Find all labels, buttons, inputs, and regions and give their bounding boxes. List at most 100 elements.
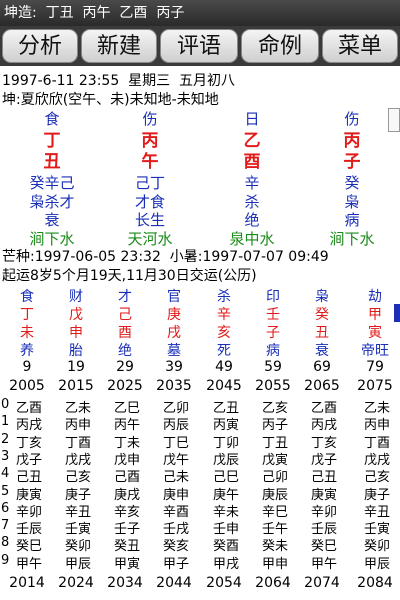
liunian-cell: 丁亥 [15,435,42,451]
liunian-cell: 庚子 [64,487,91,503]
dayun-shishen: 杀 [217,289,231,305]
dayun-state: 衰 [315,343,329,359]
liunian-cell: 甲午 [15,556,42,572]
liunian-cell: 己卯 [261,470,288,486]
dayun-age: 29 [116,359,134,375]
dayun-year: 2025 [107,378,143,394]
tab-bar: 分析 新建 评语 命例 菜单 [0,26,400,66]
dayun-age: 79 [366,359,384,375]
liunian-cell: 己巳 [212,470,239,486]
dayun-stem: 戊 [69,307,83,323]
dayun-end-year: 2014 [9,575,45,591]
liunian-cell: 辛丑 [363,504,390,520]
liunian-cell: 丁丑 [261,435,288,451]
liunian-cell: 甲辰 [64,556,91,572]
liunian-cell: 辛卯 [15,504,42,520]
liunian-cell: 丙寅 [212,418,239,434]
dayun-shishen: 枭 [315,289,329,305]
liunian-cell: 辛酉 [162,504,189,520]
dayun-state: 墓 [167,343,181,359]
liunian-cell: 戊子 [15,452,42,468]
liunian-cell: 乙酉 [15,401,42,416]
dayun-stem: 庚 [167,307,181,323]
liunian-cell: 己酉 [113,470,140,486]
pillar-hidden-stems: 癸 [344,174,360,192]
dayun-year: 2035 [156,378,192,394]
dayun-state: 死 [217,343,231,359]
liunian-cell: 戊寅 [261,452,288,468]
liunian-cell: 戊戌 [363,452,390,468]
liunian-cell: 庚申 [162,487,189,503]
dayun-end-year: 2074 [304,575,340,591]
liunian-cell: 庚戌 [113,487,140,503]
tab-cases[interactable]: 命例 [241,29,319,63]
tab-analysis[interactable]: 分析 [2,29,78,63]
liunian-cell: 乙亥 [261,401,288,416]
liunian-cell: 癸卯 [64,539,91,555]
liunian-cell: 庚寅 [310,487,337,503]
liunian-cell: 甲子 [162,556,189,572]
liunian-cell: 丙辰 [162,418,189,434]
dayun-state: 绝 [118,343,132,359]
dayun-end-year: 2054 [206,575,242,591]
liunian-cell: 辛亥 [113,504,140,520]
tab-comments[interactable]: 评语 [160,29,238,63]
dayun-branch: 未 [20,325,34,341]
liunian-cell: 癸巳 [15,539,42,555]
liunian-cell: 庚子 [363,487,390,503]
liunian-cell: 庚寅 [15,487,42,503]
liunian-cell: 癸酉 [212,539,239,555]
pillar-branch: 子 [343,152,361,172]
liunian-cell: 丙子 [261,418,288,434]
tab-menu[interactable]: 菜单 [322,29,398,63]
dayun-stem: 己 [118,307,132,323]
dayun-year: 2015 [58,378,94,394]
dayun-age: 19 [67,359,85,375]
dayun-shishen: 才 [118,289,132,305]
dayun-branch: 寅 [368,325,382,341]
liunian-cell: 丁巳 [162,435,189,451]
pillar-state: 绝 [244,211,260,229]
pillar-hidden-stems: 辛 [244,174,260,192]
dayun-stem: 壬 [266,307,280,323]
liunian-cell: 丁酉 [363,435,390,451]
dayun-stem: 丁 [20,307,34,323]
dayun-branch: 酉 [118,325,132,341]
liunian-cell: 癸丑 [113,539,140,555]
dayun-age: 69 [313,359,331,375]
person-info: 坤:夏欣欣(空午、未)未知地-未知地 [2,92,219,108]
dayun-age: 49 [215,359,233,375]
liunian-cell: 乙酉 [310,401,337,416]
liunian-cell: 丁未 [113,435,140,451]
birth-datetime: 1997-6-11 23:55 星期三 五月初八 [2,73,236,89]
dayun-end-year: 2024 [58,575,94,591]
dayun-shishen: 劫 [368,289,382,305]
pillar-state: 衰 [44,211,60,229]
title-bar: 坤造: 丁丑 丙午 乙酉 丙子 [0,0,400,26]
tab-new[interactable]: 新建 [81,29,157,63]
liunian-cell: 庚辰 [261,487,288,503]
liunian-cell: 壬申 [212,522,239,538]
liunian-cell: 戊申 [113,452,140,468]
dayun-end-year: 2064 [255,575,291,591]
dayun-end-year: 2044 [156,575,192,591]
pillar-state: 长生 [134,211,165,229]
liunian-cell: 癸未 [261,539,288,555]
liunian-cell: 己丑 [310,470,337,486]
dayun-stem: 辛 [217,307,231,323]
dayun-age: 9 [22,359,32,375]
liunian-cell: 癸亥 [162,539,189,555]
liunian-cell: 甲午 [310,556,337,572]
liunian-cell: 甲寅 [113,556,140,572]
liunian-cell: 辛卯 [310,504,337,520]
dayun-state: 胎 [69,343,83,359]
liunian-cell: 丙申 [363,418,390,434]
liunian-cell: 壬寅 [64,522,91,538]
liunian-cell: 辛巳 [261,504,288,520]
dayun-state: 病 [266,343,280,359]
pillar-hidden-stems: 癸辛己 [29,174,75,192]
dayun-stem: 癸 [315,307,329,323]
liunian-cell: 丙戌 [15,418,42,434]
dayun-year: 2005 [9,378,45,394]
dayun-year: 2055 [255,378,291,394]
